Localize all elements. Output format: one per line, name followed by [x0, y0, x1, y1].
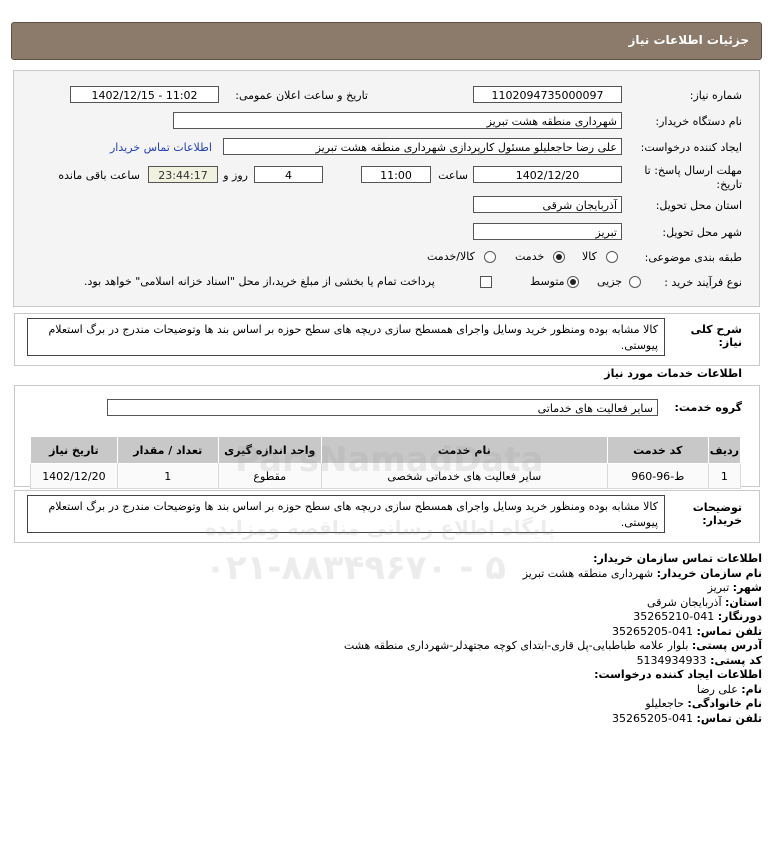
need-number-field[interactable]: 1102094735000097 — [473, 86, 622, 103]
col-quantity: تعداد / مقدار — [116, 436, 219, 464]
contact-city-label: شهر: — [732, 581, 762, 594]
province-label: استان محل تحویل: — [655, 199, 742, 212]
contact-city: تبریز — [707, 581, 730, 594]
category-radio-service[interactable] — [553, 251, 565, 263]
col-row: ردیف — [707, 436, 742, 464]
category-label: طبقه بندی موضوعی: — [644, 251, 742, 264]
deadline-date-field[interactable]: 1402/12/20 — [473, 166, 622, 183]
cell-service-code: ط-96-960 — [606, 463, 709, 489]
need-number-label: شماره نیاز: — [689, 89, 742, 102]
deadline-label: مهلت ارسال پاسخ: تا — [644, 164, 742, 177]
page-title: جزئیات اطلاعات نیاز — [628, 33, 749, 47]
creator-first-name: علی رضا — [696, 682, 738, 696]
creator-info-title: اطلاعات ایجاد کننده درخواست: — [594, 668, 762, 681]
category-radio-goods-service[interactable] — [484, 251, 496, 263]
creator-last-name: حاجعلیلو — [645, 697, 684, 710]
process-radio-medium[interactable] — [567, 276, 579, 288]
process-radio-minor[interactable] — [629, 276, 641, 288]
process-option-minor: جزیی — [597, 275, 623, 288]
announce-field[interactable]: 1402/12/15 - 11:02 — [70, 86, 219, 103]
col-unit: واحد اندازه گیری — [217, 436, 322, 464]
deadline-date-label: تاریخ: — [716, 178, 742, 191]
cell-quantity: 1 — [116, 463, 219, 489]
service-group-field[interactable]: سایر فعالیت های خدماتی — [107, 399, 658, 416]
contact-address-label: آدرس پستی: — [691, 639, 762, 652]
category-option-goods-service: کالا/خدمت — [427, 250, 475, 263]
contact-province-label: استان: — [725, 595, 762, 609]
contact-fax-label: دورنگار: — [717, 610, 762, 623]
contact-title: اطلاعات تماس سازمان خریدار: — [593, 552, 762, 565]
contact-fax: 041-35265210 — [633, 610, 715, 623]
page-header: جزئیات اطلاعات نیاز — [11, 22, 762, 60]
time-label: ساعت — [438, 169, 468, 182]
creator-label: ایجاد کننده درخواست: — [640, 141, 742, 154]
buyer-notes-label: توضیحات خریدار: — [692, 501, 742, 527]
description-text: کالا مشابه بوده ومنظور خرید وسایل واجرای… — [27, 318, 665, 356]
contact-address: بلوار علامه طباطبایی-پل قاری-ابتدای کوچه… — [343, 639, 689, 652]
info-panel — [13, 70, 760, 307]
cell-unit: مقطوع — [217, 463, 322, 489]
contact-org-label: نام سازمان خریدار: — [656, 566, 762, 580]
category-option-goods: کالا — [582, 250, 597, 263]
process-label: نوع فرآیند خرید : — [664, 276, 742, 289]
contact-postal: 5134934933 — [636, 653, 707, 667]
contact-info: اطلاعات تماس سازمان خریدار: نام سازمان خ… — [282, 552, 762, 726]
buyer-contact-link[interactable]: اطلاعات تماس خریدار — [110, 141, 212, 154]
cell-need-date: 1402/12/20 — [30, 463, 118, 489]
creator-phone-label: تلفن تماس: — [696, 711, 762, 725]
province-field[interactable]: آذربایجان شرقی — [473, 196, 622, 213]
services-table-header: ردیف کد خدمت نام خدمت واحد اندازه گیری ت… — [30, 436, 742, 464]
buyer-org-field[interactable]: شهرداری منطقه هشت تبریز — [173, 112, 622, 129]
creator-last-name-label: نام خانوادگی: — [687, 697, 762, 710]
deadline-time-field[interactable]: 11:00 — [361, 166, 431, 183]
col-need-date: تاریخ نیاز — [30, 436, 118, 464]
category-option-service: خدمت — [515, 250, 545, 263]
city-field[interactable]: تبریز — [473, 223, 622, 240]
buyer-notes-text: کالا مشابه بوده ومنظور خرید وسایل واجرای… — [27, 495, 665, 533]
announce-label: تاریخ و ساعت اعلان عمومی: — [235, 89, 368, 102]
treasury-payment-text: پرداخت تمام یا بخشی از مبلغ خرید،از محل … — [84, 275, 435, 288]
days-field[interactable]: 4 — [254, 166, 323, 183]
services-table: ردیف کد خدمت نام خدمت واحد اندازه گیری ت… — [30, 436, 742, 489]
treasury-payment-checkbox[interactable] — [480, 276, 492, 288]
creator-phone: 041-35265205 — [612, 711, 694, 725]
contact-phone: 041-35265205 — [612, 624, 694, 638]
col-service-code: کد خدمت — [606, 436, 709, 464]
services-title: اطلاعات خدمات مورد نیاز — [604, 367, 742, 380]
description-label: شرح کلی نیاز: — [690, 323, 742, 349]
cell-row: 1 — [707, 463, 742, 489]
buyer-org-label: نام دستگاه خریدار: — [655, 115, 742, 128]
service-group-label: گروه خدمت: — [674, 401, 742, 414]
remaining-label: ساعت باقی مانده — [58, 169, 140, 182]
process-option-medium: متوسط — [530, 275, 565, 288]
contact-postal-label: کد پستی: — [710, 653, 762, 667]
contact-org: شهرداری منطقه هشت تبریز — [522, 566, 654, 580]
col-service-name: نام خدمت — [320, 436, 608, 464]
city-label: شهر محل تحویل: — [662, 226, 742, 239]
category-radio-goods[interactable] — [606, 251, 618, 263]
contact-province: آذربایجان شرقی — [647, 595, 722, 609]
remaining-time-field: 23:44:17 — [148, 166, 218, 183]
days-label: روز و — [223, 169, 248, 182]
creator-field[interactable]: علی رضا حاجعلیلو مسئول کارپردازی شهرداری… — [223, 138, 622, 155]
cell-service-name: سایر فعالیت های خدماتی شخصی — [320, 463, 608, 489]
contact-phone-label: تلفن تماس: — [696, 624, 762, 638]
creator-first-name-label: نام: — [741, 682, 762, 696]
table-row: 1 ط-96-960 سایر فعالیت های خدماتی شخصی م… — [30, 463, 742, 489]
